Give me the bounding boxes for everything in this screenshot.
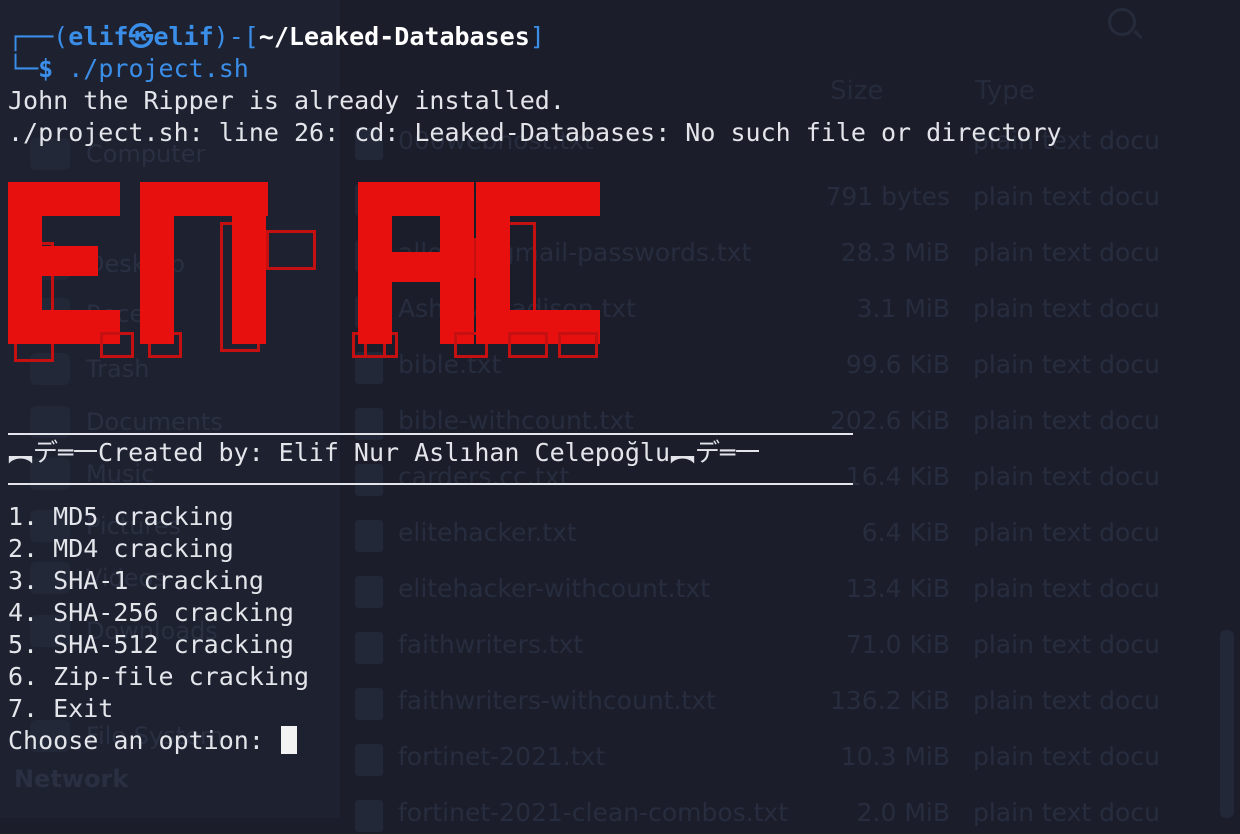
command-text: ./project.sh xyxy=(68,54,249,83)
file-icon xyxy=(355,632,383,664)
credit-line: ︻デ═一Created by: Elif Nur Aslıhan Celepoğ… xyxy=(8,438,761,467)
file-icon xyxy=(355,688,383,720)
file-size: 28.3 MiB xyxy=(840,238,950,267)
divider-bottom xyxy=(8,483,853,485)
file-type: plain text docu xyxy=(973,798,1160,827)
prompt-host: elif xyxy=(153,22,214,51)
prompt-frame-bottom: └─ xyxy=(8,54,39,83)
file-name: fortinet-2021.txt xyxy=(398,742,606,771)
input-prompt-label: Choose an option: xyxy=(8,726,279,755)
file-type: plain text docu xyxy=(973,518,1160,547)
search-icon xyxy=(1108,8,1136,36)
prompt-frame-mid: )-[ xyxy=(213,22,259,51)
file-type: plain text docu xyxy=(973,294,1160,323)
prompt-frame: ┌──( xyxy=(8,22,69,51)
file-size: 13.4 KiB xyxy=(845,574,950,603)
input-prompt-line[interactable]: Choose an option: xyxy=(8,725,297,757)
file-size: 202.6 KiB xyxy=(829,406,950,435)
file-name: elitehacker-withcount.txt xyxy=(398,574,710,603)
file-icon xyxy=(355,800,383,832)
menu-item: 2. MD4 cracking xyxy=(8,534,234,563)
prompt-dollar: $ xyxy=(38,54,54,83)
menu-item: 7. Exit xyxy=(8,694,114,723)
menu-item: 3. SHA-1 cracking xyxy=(8,566,264,595)
output-line-1: John the Ripper is already installed. xyxy=(8,86,565,115)
prompt-path: ~/Leaked-Databases xyxy=(258,22,530,51)
file-size: 99.6 KiB xyxy=(845,350,950,379)
file-row: faithwriters-withcount.txt 136.2 KiB plain… xyxy=(355,682,1235,722)
prompt-line-2: └─$ ./project.sh xyxy=(8,53,249,85)
file-row: faithwriters.txt 71.0 KiB plain text docu xyxy=(355,626,1235,666)
menu-item: 1. MD5 cracking xyxy=(8,502,234,531)
file-size: 6.4 KiB xyxy=(861,518,950,547)
prompt-user: elif xyxy=(68,22,129,51)
file-size: 16.4 KiB xyxy=(845,462,950,491)
sidebar-heading-network: Network xyxy=(14,765,129,793)
file-size: 791 bytes xyxy=(825,182,950,211)
file-icon xyxy=(355,408,383,440)
file-size: 136.2 KiB xyxy=(829,686,950,715)
file-type: plain text docu xyxy=(973,406,1160,435)
divider-top xyxy=(8,433,853,435)
file-name: bible-withcount.txt xyxy=(398,406,634,435)
column-header-type: Type xyxy=(975,76,1035,106)
file-row: elitehacker-withcount.txt 13.4 KiB plain t… xyxy=(355,570,1235,610)
file-size: 2.0 MiB xyxy=(856,798,950,827)
file-size: 10.3 MiB xyxy=(840,742,950,771)
file-name: faithwriters-withcount.txt xyxy=(398,686,716,715)
file-type: plain text docu xyxy=(973,462,1160,491)
file-type: plain text docu xyxy=(973,630,1160,659)
prompt-frame-close: ] xyxy=(529,22,545,51)
menu-item: 4. SHA-256 cracking xyxy=(8,598,294,627)
file-type: plain text docu xyxy=(973,686,1160,715)
sidebar-item: Documents xyxy=(86,408,223,436)
column-header-size: Size xyxy=(830,76,884,106)
file-type: plain text docu xyxy=(973,742,1160,771)
file-type: plain text docu xyxy=(973,350,1160,379)
file-row: bible-withcount.txt 202.6 KiB plain text d… xyxy=(355,402,1235,442)
prompt-line-1: ┌──(elif㉿elif)-[~/Leaked-Databases] xyxy=(8,21,545,53)
file-name: elitehacker.txt xyxy=(398,518,577,547)
sidebar-item: Trash xyxy=(86,355,150,383)
output-line-2: ./project.sh: line 26: cd: Leaked-Databa… xyxy=(8,118,1062,147)
file-icon xyxy=(355,576,383,608)
menu-item: 6. Zip-file cracking xyxy=(8,662,310,691)
background-scrollbar xyxy=(1220,630,1234,818)
file-size: 3.1 MiB xyxy=(856,294,950,323)
file-row: fortinet-2021-clean-combos.txt 2.0 MiB pla… xyxy=(355,794,1235,834)
file-row: fortinet-2021.txt 10.3 MiB plain text docu xyxy=(355,738,1235,778)
file-size: 71.0 KiB xyxy=(845,630,950,659)
file-icon xyxy=(355,744,383,776)
file-name: faithwriters.txt xyxy=(398,630,584,659)
menu-item: 5. SHA-512 cracking xyxy=(8,630,294,659)
file-row: elitehacker.txt 6.4 KiB plain text docu xyxy=(355,514,1235,554)
file-type: plain text docu xyxy=(973,182,1160,211)
file-type: plain text docu xyxy=(973,238,1160,267)
file-name: fortinet-2021-clean-combos.txt xyxy=(398,798,789,827)
file-type: plain text docu xyxy=(973,574,1160,603)
file-icon xyxy=(355,520,383,552)
skull-icon: ㉿ xyxy=(128,22,154,51)
text-cursor[interactable] xyxy=(280,726,297,754)
